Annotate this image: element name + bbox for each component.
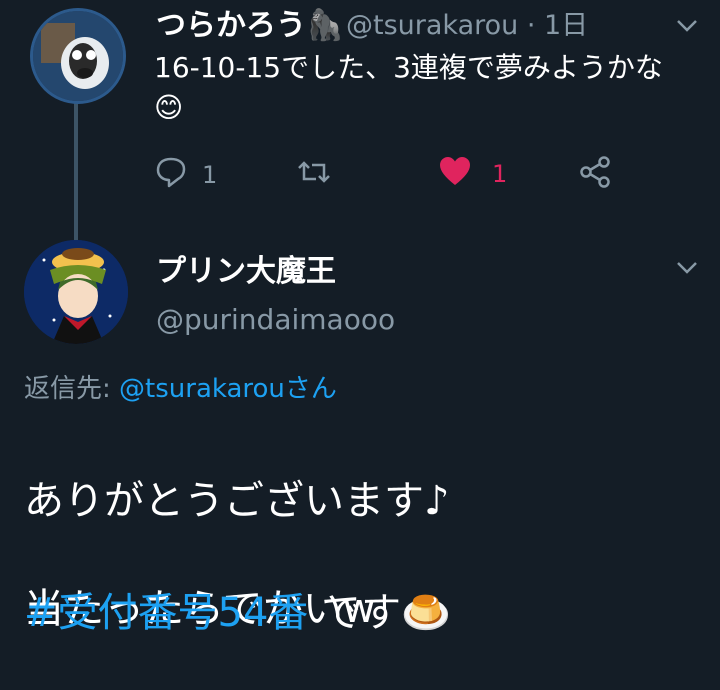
thread-connector [74, 100, 78, 250]
heart-icon [438, 155, 472, 193]
smile-emoji-icon: 😊 [154, 91, 184, 124]
pudding-emoji-icon: 🍮 [401, 590, 451, 636]
author-name[interactable]: プリン大魔王 [156, 252, 336, 292]
reply-mention-link[interactable]: @tsurakarouさん [119, 374, 337, 404]
author-name[interactable]: つらかろう🦍 [156, 4, 343, 48]
reply-icon [154, 155, 188, 195]
retweet-icon [296, 155, 332, 195]
hashtag-link[interactable]: #受付番号54番 [24, 590, 308, 636]
tweet-text: ありがとうございます♪ 当たったらでかいw [24, 478, 450, 632]
author-handle[interactable]: @purindaimaooo [156, 300, 395, 340]
like-button[interactable]: 1 [438, 155, 507, 193]
reply-count: 1 [202, 161, 218, 189]
author-handle-time[interactable]: @tsurakarou · 1日 [346, 4, 588, 48]
reply-context: 返信先: @tsurakarouさん [24, 374, 337, 404]
share-icon [578, 155, 612, 195]
like-count: 1 [492, 160, 508, 188]
reply-button[interactable]: 1 [154, 155, 217, 195]
avatar[interactable] [30, 8, 126, 104]
tweet-text: 16-10-15でした、3連複で夢みようかな 😊 [154, 48, 663, 128]
chevron-down-icon[interactable] [676, 256, 698, 281]
retweet-button[interactable] [296, 155, 332, 195]
tweet-actions: 1 1 [154, 155, 624, 199]
gorilla-emoji-icon: 🦍 [306, 8, 344, 43]
share-button[interactable] [578, 155, 612, 195]
chevron-down-icon[interactable] [676, 14, 698, 39]
avatar[interactable] [24, 240, 128, 344]
tweet-text-hashtag-line: #受付番号54番 です🍮 [24, 590, 451, 636]
